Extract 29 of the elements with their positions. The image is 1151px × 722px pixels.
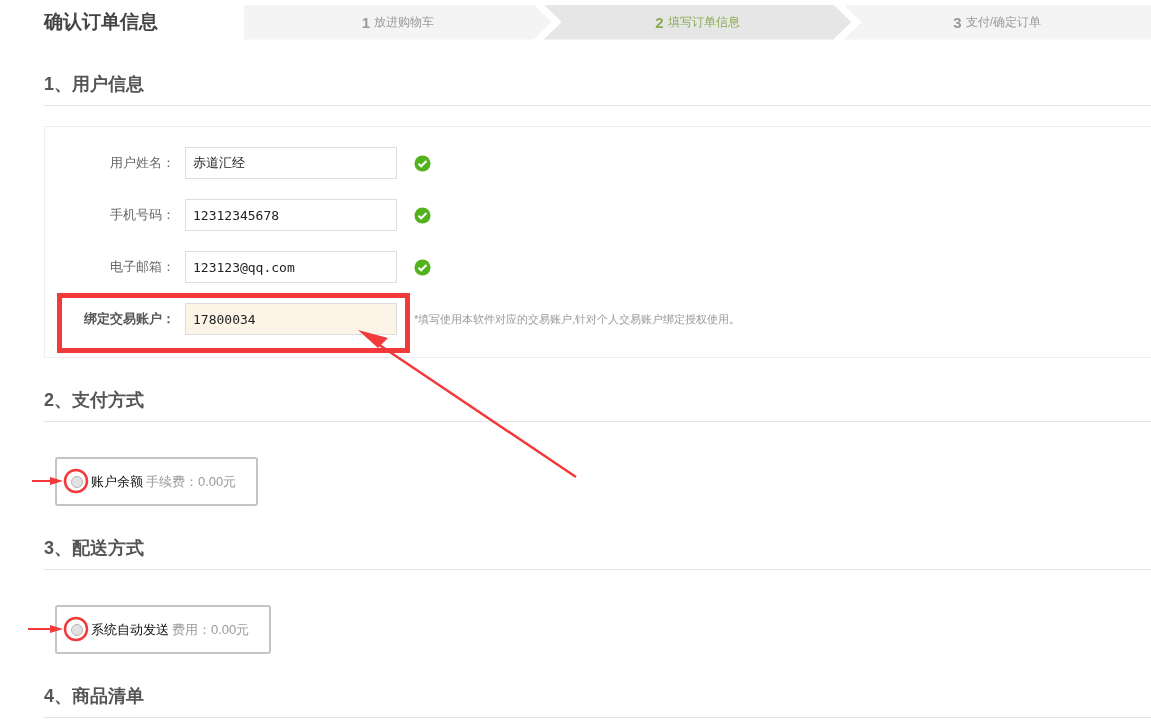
input-field[interactable]: 12312345678 — [185, 199, 397, 231]
option-fee: 手续费：0.00元 — [146, 472, 237, 491]
field-label: 绑定交易账户： — [83, 310, 176, 328]
field-label: 手机号码： — [109, 206, 176, 224]
option-fee: 费用：0.00元 — [172, 620, 250, 639]
section-heading: 4、商品清单 — [44, 685, 145, 708]
circle-mark — [63, 616, 89, 642]
progress-step: 3 支付/确定订单 — [843, 4, 1151, 40]
radio-button[interactable] — [71, 475, 83, 488]
circle-mark — [63, 468, 89, 494]
section-heading: 3、配送方式 — [44, 537, 145, 560]
option-name: 系统自动发送 — [91, 620, 169, 639]
field-label: 电子邮箱： — [109, 258, 176, 276]
arrow-drawing — [27, 625, 63, 633]
page-title: 确认订单信息 — [42, 10, 159, 34]
option-card[interactable]: 账户余额 手续费：0.00元 — [55, 457, 259, 506]
input-field[interactable]: 17800034 — [185, 303, 397, 335]
section-heading: 1、用户信息 — [44, 73, 145, 96]
input-field[interactable]: 赤道汇经 — [185, 147, 397, 179]
option-card[interactable]: 系统自动发送 费用：0.00元 — [55, 605, 272, 654]
section-heading: 2、支付方式 — [44, 389, 145, 412]
progress-step: 2 填写订单信息 — [543, 4, 852, 40]
arrow-drawing — [31, 477, 63, 485]
progress-step: 1 放进购物车 — [244, 4, 552, 40]
field-label: 用户姓名： — [109, 154, 176, 172]
radio-button[interactable] — [71, 623, 83, 636]
hint-text: *填写使用本软件对应的交易账户,针对个人交易账户绑定授权使用。 — [414, 311, 741, 327]
input-field[interactable]: 123123@qq.com — [185, 251, 397, 283]
option-name: 账户余额 — [91, 472, 143, 491]
